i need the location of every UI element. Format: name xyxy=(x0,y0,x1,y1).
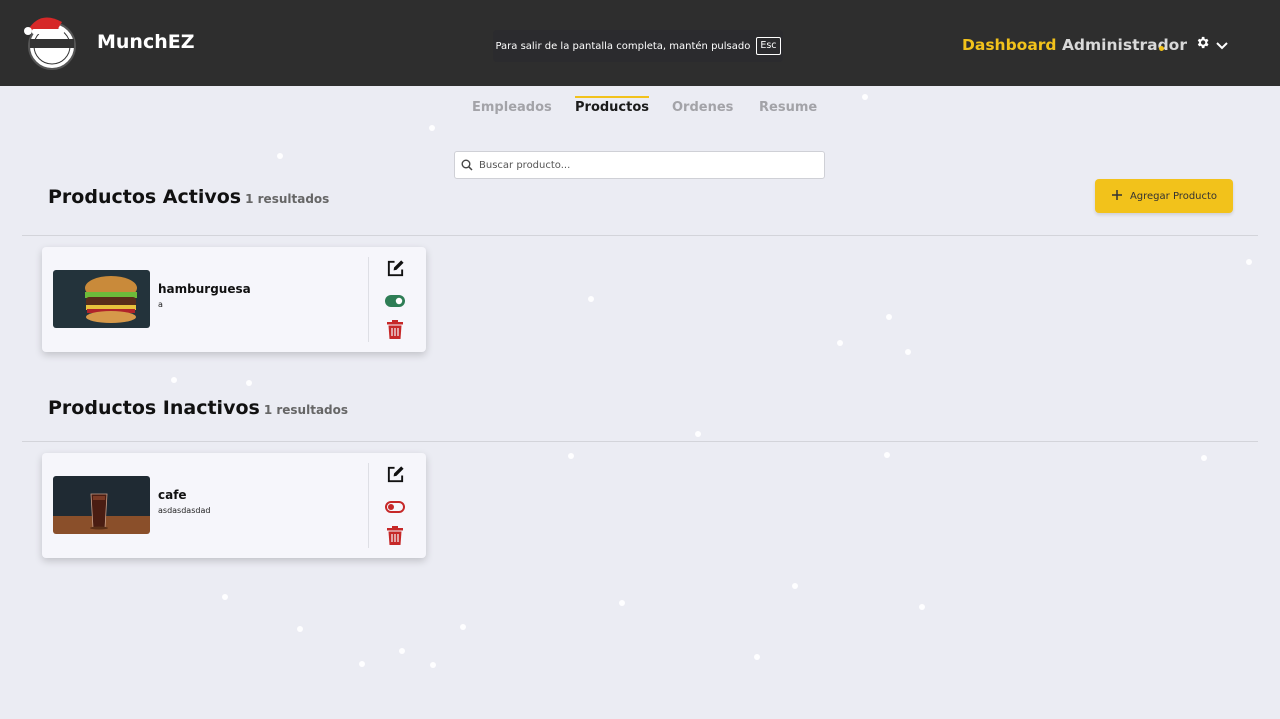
role-word: Administrador xyxy=(1061,36,1187,54)
gear-icon xyxy=(1195,35,1210,54)
snowflake xyxy=(754,654,760,660)
snowflake xyxy=(460,624,466,630)
snowflake xyxy=(1246,259,1252,265)
tab-resume[interactable]: Resume xyxy=(759,96,817,115)
snowflake xyxy=(429,125,435,131)
chevron-down-icon xyxy=(1216,35,1228,54)
top-bar: MunchEZ Para salir de la pantalla comple… xyxy=(0,0,1280,86)
snowflake xyxy=(886,314,892,320)
tab-productos[interactable]: Productos xyxy=(575,96,650,115)
snowflake xyxy=(619,600,625,606)
munchez-logo[interactable] xyxy=(22,12,80,70)
snowflake xyxy=(792,583,798,589)
active-toggle[interactable] xyxy=(385,497,405,517)
product-description: a xyxy=(158,300,163,309)
product-name: hamburguesa xyxy=(158,282,251,296)
fullscreen-notice-text: Para salir de la pantalla completa, mant… xyxy=(495,40,751,52)
active-products-heading: Productos Activos 1 resultados xyxy=(48,186,329,208)
plus-icon xyxy=(1111,189,1123,204)
snowflake xyxy=(568,453,574,459)
card-divider xyxy=(368,463,369,548)
snowflake xyxy=(171,377,177,383)
snowflake xyxy=(297,626,303,632)
search-input[interactable] xyxy=(479,159,809,171)
snowflake xyxy=(884,452,890,458)
settings-menu-button[interactable] xyxy=(1195,34,1239,54)
tab-ordenes[interactable]: Ordenes xyxy=(672,96,733,115)
inactive-products-count: 1 resultados xyxy=(263,403,349,417)
add-product-label: Agregar Producto xyxy=(1129,190,1218,202)
brand-name: MunchEZ xyxy=(97,31,195,53)
delete-button[interactable] xyxy=(385,525,405,549)
snowflake xyxy=(222,594,228,600)
card-divider xyxy=(368,257,369,342)
edit-icon xyxy=(386,465,405,488)
dashboard-word: Dashboard xyxy=(962,36,1057,54)
edit-button[interactable] xyxy=(385,259,405,282)
esc-key-hint: Esc xyxy=(756,37,781,55)
active-products-title: Productos Activos xyxy=(48,186,242,208)
snowflake xyxy=(430,662,436,668)
section-divider xyxy=(22,441,1258,442)
active-products-count: 1 resultados xyxy=(245,192,330,206)
dashboard-title: Dashboard Administrador xyxy=(962,36,1187,54)
snowflake xyxy=(359,661,365,667)
inactive-products-heading: Productos Inactivos 1 resultados xyxy=(48,397,348,419)
burger-photo xyxy=(53,270,150,328)
product-name: cafe xyxy=(158,488,187,502)
snowflake xyxy=(919,604,925,610)
snowflake xyxy=(862,94,868,100)
snowflake xyxy=(695,431,701,437)
toggle-off-icon xyxy=(385,498,405,517)
nav-tabs: Empleados Productos Ordenes Resume xyxy=(0,96,1280,124)
snowflake xyxy=(277,153,283,159)
drink-photo xyxy=(53,476,150,534)
tab-empleados[interactable]: Empleados xyxy=(472,96,552,115)
edit-icon xyxy=(386,259,405,282)
section-divider xyxy=(22,235,1258,236)
inactive-products-title: Productos Inactivos xyxy=(48,397,260,419)
snowflake xyxy=(905,349,911,355)
snowflake xyxy=(588,296,594,302)
delete-button[interactable] xyxy=(385,319,405,343)
trash-icon xyxy=(387,525,403,549)
snowflake xyxy=(1201,455,1207,461)
fullscreen-notice: Para salir de la pantalla completa, mant… xyxy=(493,30,783,62)
status-dot xyxy=(1159,46,1164,51)
snowflake xyxy=(837,340,843,346)
snowflake xyxy=(246,380,252,386)
toggle-on-icon xyxy=(385,292,405,311)
product-description: asdasdasdad xyxy=(158,506,211,515)
search-box xyxy=(454,151,825,179)
product-card-active: hamburguesa a xyxy=(42,247,426,352)
active-toggle[interactable] xyxy=(385,291,405,311)
snowflake xyxy=(399,648,405,654)
search-icon xyxy=(461,156,473,175)
edit-button[interactable] xyxy=(385,465,405,488)
add-product-button[interactable]: Agregar Producto xyxy=(1095,179,1233,213)
product-card-inactive: cafe asdasdasdad xyxy=(42,453,426,558)
trash-icon xyxy=(387,319,403,343)
